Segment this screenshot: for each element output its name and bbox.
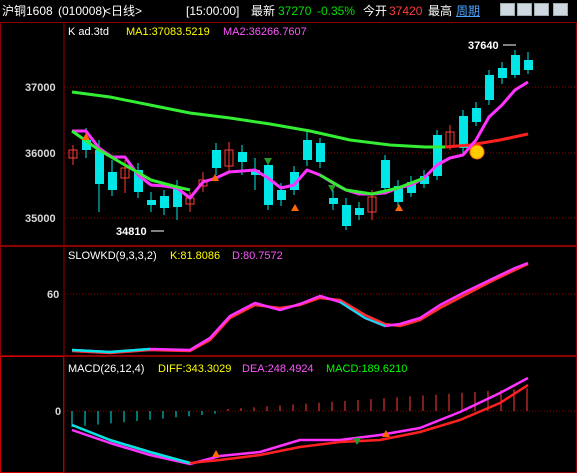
kd-y-tick-60: 60 [47,289,60,301]
price-title: K ad.3td [68,26,109,38]
sell-arrow-icon [328,185,336,192]
candle-body [316,143,325,162]
candle-body [524,60,533,70]
candle-body [147,200,156,205]
candle-body [485,75,494,100]
macd-title: MACD(26,12,4) [68,363,145,375]
candle-body [472,108,481,122]
kd-d-value: D:80.7572 [232,250,283,262]
candle-body [238,152,247,162]
candle-body [160,196,169,208]
candle-body [212,150,221,168]
candle-body [355,208,364,215]
high-marker: 37640 [468,40,499,52]
candle-body [342,205,351,226]
candle-body [303,140,312,160]
macd-macd-value: MACD:189.6210 [326,363,408,375]
kd-k-value: K:81.8086 [170,250,221,262]
ma2-line-tail [444,132,529,149]
candle-body [329,198,338,204]
ma1-label: MA1:37083.5219 [126,26,210,38]
candle-body [108,172,117,190]
kd-title: SLOWKD(9,3,3,2) [68,250,157,262]
candle-body [511,55,520,75]
sell-arrow-icon [264,158,272,165]
smiley-icon [469,144,485,160]
kd-k-line [71,261,529,354]
macd-dea-value: DEA:248.4924 [242,363,314,375]
low-marker: 34810 [116,226,147,238]
ma2-label: MA2:36266.7607 [223,26,307,38]
kd-d-line [71,262,529,355]
buy-arrow-icon [212,450,220,457]
macd-y-tick-0: 0 [55,406,62,418]
candle-body [277,190,286,200]
candle-body [381,160,390,188]
chart-canvas [63,22,575,473]
buy-arrow-icon [291,204,299,211]
candle-body [264,165,273,205]
buy-arrow-icon [395,204,403,211]
candle-body [95,150,104,184]
macd-dea-line-cyan [71,423,191,465]
y-tick-37000: 37000 [25,82,56,94]
ma2-line [71,90,445,149]
y-tick-36000: 36000 [25,148,56,160]
candle-body [433,135,442,176]
macd-diff-value: DIFF:343.3029 [158,363,232,375]
candle-body [498,68,507,78]
y-tick-35000: 35000 [25,213,56,225]
candle-body [459,116,468,148]
